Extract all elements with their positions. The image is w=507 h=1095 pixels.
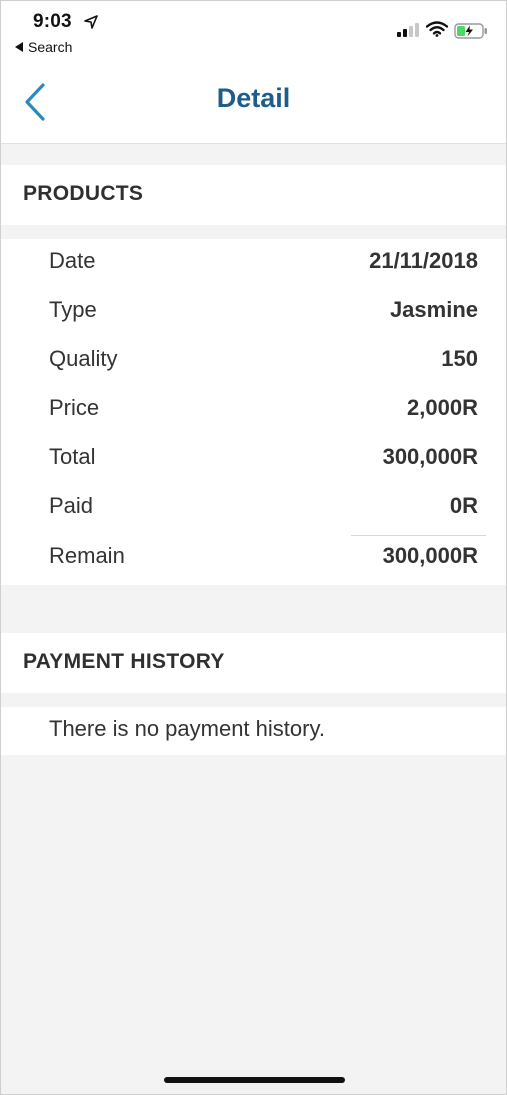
products-card: Date 21/11/2018 Type Jasmine Quality 150… [1, 239, 506, 585]
row-value: Jasmine [389, 297, 478, 322]
status-bar: 9:03 Search [1, 1, 506, 63]
payment-history-empty-message: There is no payment history. [49, 716, 325, 741]
row-value: 21/11/2018 [369, 248, 478, 273]
row-label: Quality [49, 346, 118, 371]
row-value: 150 [441, 346, 478, 371]
row-label: Price [49, 395, 100, 420]
back-to-app-link[interactable]: Search [15, 39, 72, 55]
product-row-type: Type Jasmine [1, 288, 506, 337]
row-value: 2,000R [407, 395, 478, 420]
navigation-bar: Detail [1, 63, 506, 144]
products-header-label: PRODUCTS [23, 182, 144, 205]
cellular-signal-icon [397, 23, 419, 37]
payment-history-card: There is no payment history. [1, 707, 506, 755]
back-triangle-icon [15, 42, 23, 52]
page-title: Detail [216, 83, 291, 113]
payment-history-header-label: PAYMENT HISTORY [23, 650, 225, 673]
product-row-price: Price 2,000R [1, 386, 506, 435]
row-value: 300,000R [382, 543, 478, 568]
row-value: 0R [449, 493, 478, 518]
product-row-paid: Paid 0R [1, 484, 506, 533]
home-indicator[interactable] [164, 1077, 345, 1083]
back-to-app-label: Search [28, 39, 73, 55]
status-time: 9:03 [33, 11, 72, 32]
product-row-date: Date 21/11/2018 [1, 239, 506, 288]
battery-charging-icon [454, 23, 487, 39]
payment-history-section-header: PAYMENT HISTORY [1, 633, 506, 693]
location-arrow-icon [84, 15, 98, 29]
product-row-remain: Remain 300,000R [1, 534, 506, 583]
row-label: Remain [49, 543, 125, 568]
row-label: Total [49, 444, 96, 469]
product-row-total: Total 300,000R [1, 435, 506, 484]
row-label: Paid [49, 493, 94, 518]
row-value: 300,000R [382, 444, 478, 469]
row-label: Type [49, 297, 97, 322]
wifi-icon [426, 21, 448, 37]
app-screen: 9:03 Search Detail PRODUCTS Date 21/11/2… [0, 0, 507, 1095]
products-section-header: PRODUCTS [1, 165, 506, 225]
row-label: Date [49, 248, 96, 273]
product-row-quality: Quality 150 [1, 337, 506, 386]
